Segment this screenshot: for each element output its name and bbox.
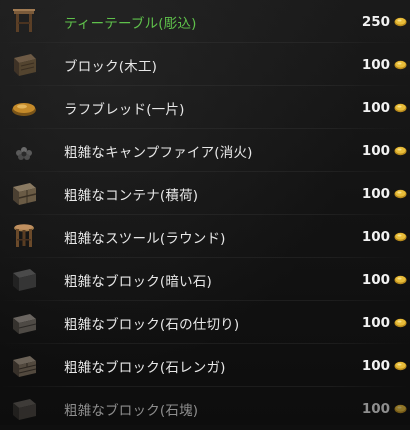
list-item[interactable]: ラフブレッド(一片) 100 — [0, 86, 410, 129]
gold-coin-icon — [394, 103, 407, 113]
list-item[interactable]: 粗雑なスツール(ラウンド) 100 — [0, 215, 410, 258]
gold-coin-icon — [394, 361, 407, 371]
gold-coin-icon — [394, 232, 407, 242]
item-price: 100 — [361, 400, 390, 417]
list-item[interactable]: 粗雑なコンテナ(積荷) 100 — [0, 172, 410, 215]
stone-brick-block-icon — [7, 348, 41, 382]
list-item[interactable]: 粗雑なブロック(石レンガ) 100 — [0, 344, 410, 387]
item-name: ブロック(木工) — [64, 58, 158, 75]
container-icon — [7, 176, 41, 210]
tea-table-icon — [7, 4, 41, 38]
item-price: 100 — [361, 271, 390, 288]
gold-coin-icon — [394, 17, 407, 27]
item-price: 100 — [361, 357, 390, 374]
item-price: 100 — [361, 228, 390, 245]
bread-icon — [7, 90, 41, 124]
list-item[interactable]: ティーテーブル(彫込) 250 — [0, 0, 410, 43]
list-item[interactable]: 粗雑なキャンプファイア(消火) 100 — [0, 129, 410, 172]
gold-coin-icon — [394, 146, 407, 156]
item-name: 粗雑なブロック(石レンガ) — [64, 359, 226, 376]
list-item[interactable]: ブロック(木工) 100 — [0, 43, 410, 86]
gold-coin-icon — [394, 318, 407, 328]
stone-divider-block-icon — [7, 305, 41, 339]
item-price: 250 — [361, 13, 390, 30]
item-name: 粗雑なブロック(暗い石) — [64, 273, 212, 290]
item-name: 粗雑なコンテナ(積荷) — [64, 187, 199, 204]
gold-coin-icon — [394, 275, 407, 285]
gold-coin-icon — [394, 60, 407, 70]
campfire-icon — [7, 133, 41, 167]
list-item[interactable]: 粗雑なブロック(暗い石) 100 — [0, 258, 410, 301]
item-name: 粗雑なブロック(石の仕切り) — [64, 316, 240, 333]
item-price: 100 — [361, 56, 390, 73]
gold-coin-icon — [394, 404, 407, 414]
item-name: ラフブレッド(一片) — [64, 101, 185, 118]
list-item[interactable]: 粗雑なブロック(石の仕切り) 100 — [0, 301, 410, 344]
item-price: 100 — [361, 185, 390, 202]
stone-lump-block-icon — [7, 391, 41, 425]
item-price: 100 — [361, 314, 390, 331]
dark-stone-block-icon — [7, 262, 41, 296]
item-name: 粗雑なキャンプファイア(消火) — [64, 144, 253, 161]
list-item[interactable]: 粗雑なブロック(石塊) 100 — [0, 387, 410, 430]
stool-icon — [7, 219, 41, 253]
item-name: 粗雑なスツール(ラウンド) — [64, 230, 226, 247]
item-name: ティーテーブル(彫込) — [64, 15, 197, 32]
item-price: 100 — [361, 99, 390, 116]
shop-item-list: ティーテーブル(彫込) 250 ブロック(木工) 100 ラフブレッド(一片) … — [0, 0, 410, 425]
item-price: 100 — [361, 142, 390, 159]
item-name: 粗雑なブロック(石塊) — [64, 402, 199, 419]
wood-block-icon — [7, 47, 41, 81]
gold-coin-icon — [394, 189, 407, 199]
